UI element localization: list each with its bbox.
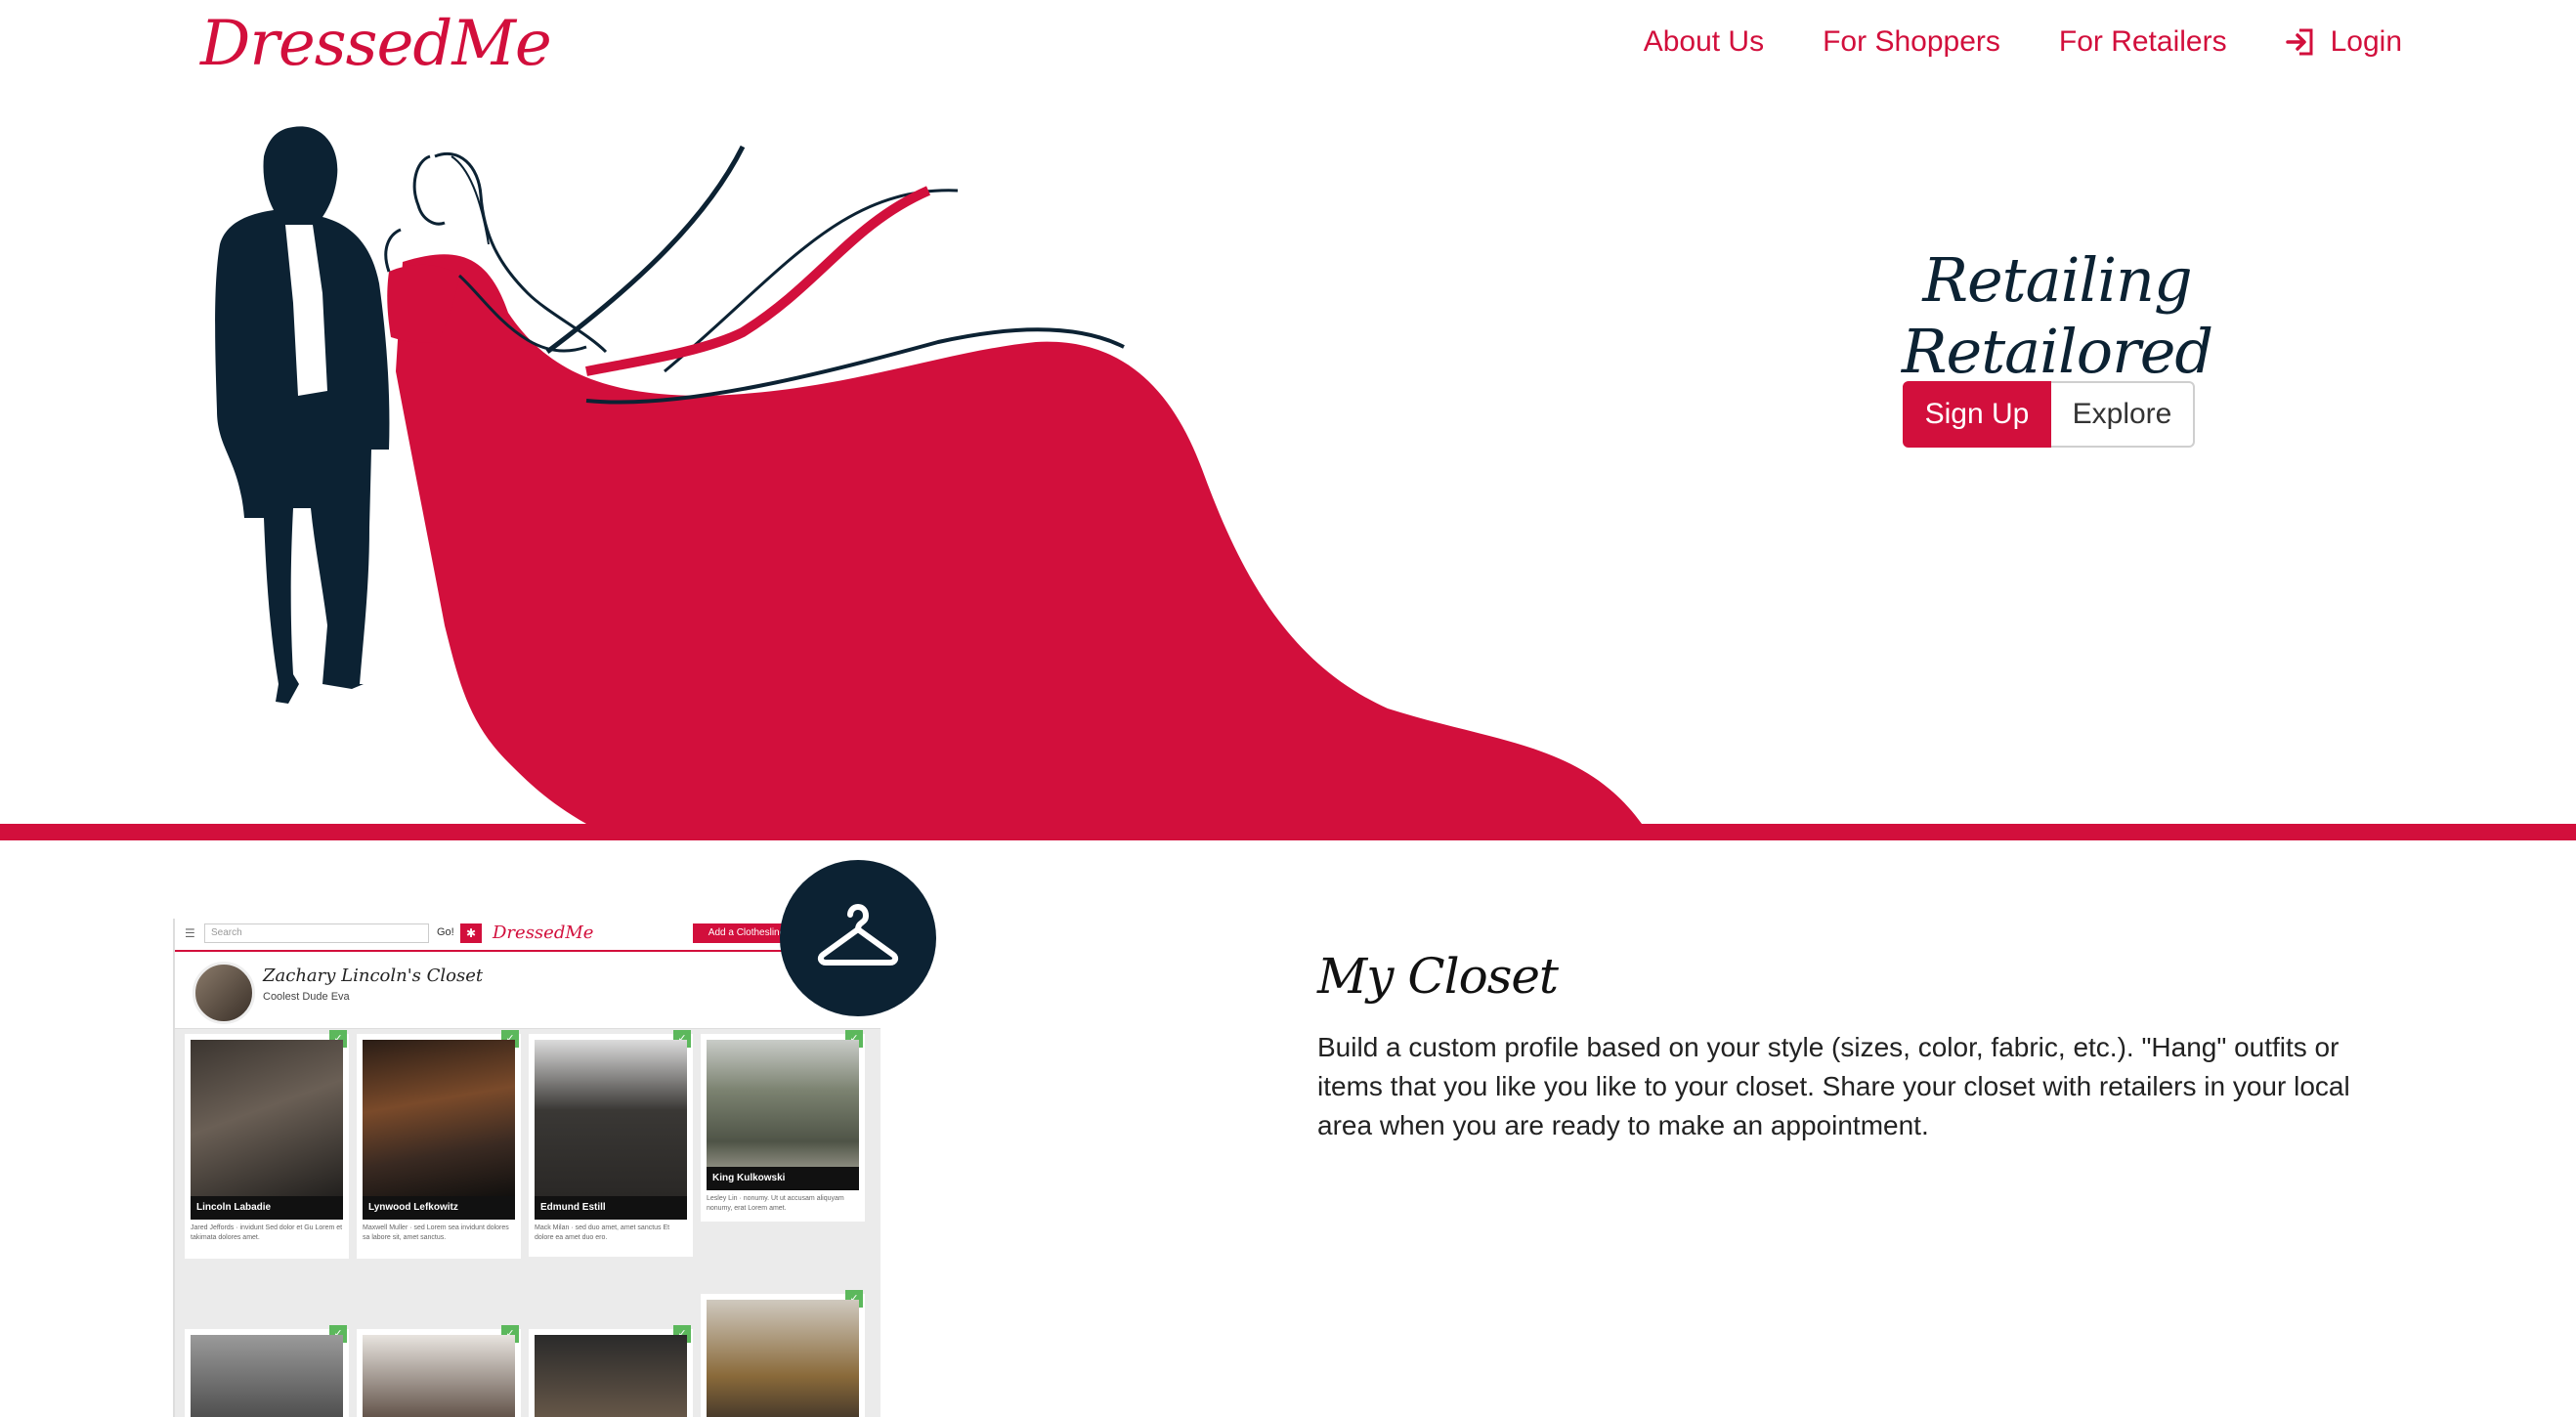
screenshot-profile-name: Zachary Lincoln's Closet [263,966,484,986]
screenshot-profile-header: Zachary Lincoln's Closet Coolest Dude Ev… [175,952,880,1029]
feature-title: My Closet [1317,948,1559,1005]
hero-button-group: Sign Up Explore [1903,381,2195,448]
login-label: Login [2330,25,2402,58]
card-name: Lincoln Labadie [191,1196,343,1220]
main-nav: About Us For Shoppers For Retailers Logi… [1585,25,2402,59]
screenshot-logo: DressedMe [493,923,594,943]
card-photo [707,1040,859,1167]
closet-card: ✓ [701,1290,865,1417]
card-photo [535,1335,687,1417]
nav-item-for-shoppers[interactable]: For Shoppers [1823,25,2000,59]
card-name: Edmund Estill [535,1196,687,1220]
card-photo [191,1040,343,1196]
closet-card: ✓ [185,1325,349,1417]
hero-tagline: Retailing Retailored [1901,244,2213,387]
brand-logo[interactable]: DressedMe [200,8,552,80]
card-description: Lesley Lin · nonumy. Ut ut accusam aliqu… [707,1195,844,1212]
menu-icon: ☰ [185,926,195,940]
closet-card: ✓ [529,1325,693,1417]
login-icon [2285,28,2313,56]
feature-description: Build a custom profile based on your sty… [1317,1032,2350,1140]
nav-item-about-us[interactable]: About Us [1644,25,1764,59]
card-photo [535,1040,687,1196]
screenshot-search-input: Search [204,923,429,943]
hanger-badge [780,860,936,1016]
closet-card: ✓ Edmund Estill Mack Milan · sed duo ame… [529,1030,693,1257]
card-name: King Kulkowski [707,1167,859,1190]
nav-item-login[interactable]: Login [2285,25,2402,59]
closet-card: ✓ Lynwood Lefkowitz Maxwell Muller · sed… [357,1030,521,1259]
nav-item-for-retailers[interactable]: For Retailers [2059,25,2227,59]
hero-divider-stripe [0,824,2576,840]
card-photo [363,1335,515,1417]
closet-card: ✓ [357,1325,521,1417]
screenshot-go-label: Go! [437,926,454,938]
card-name: Lynwood Lefkowitz [363,1196,515,1220]
card-photo [191,1335,343,1417]
card-description: Jared Jeffords · invidunt Sed dolor et G… [191,1224,343,1241]
closet-card: ✓ Lincoln Labadie Jared Jeffords · invid… [185,1030,349,1259]
closet-card: ✓ King Kulkowski Lesley Lin · nonumy. Ut… [701,1030,865,1222]
card-description: Mack Milan · sed duo amet, amet sanctus … [535,1224,670,1241]
sign-up-button[interactable]: Sign Up [1903,381,2051,448]
card-photo [707,1300,859,1417]
explore-button[interactable]: Explore [2051,381,2195,448]
gear-icon: ✱ [460,923,482,943]
card-description: Maxwell Muller · sed Lorem sea invidunt … [363,1224,509,1241]
hanger-icon [817,904,899,966]
screenshot-profile-subtitle: Coolest Dude Eva [263,991,350,1003]
screenshot-toolbar: ☰ Search Go! ✱ DressedMe Add a Clothesli… [175,919,880,952]
closet-screenshot: ☰ Search Go! ✱ DressedMe Add a Clothesli… [173,919,880,1417]
avatar [193,962,255,1024]
card-photo [363,1040,515,1196]
